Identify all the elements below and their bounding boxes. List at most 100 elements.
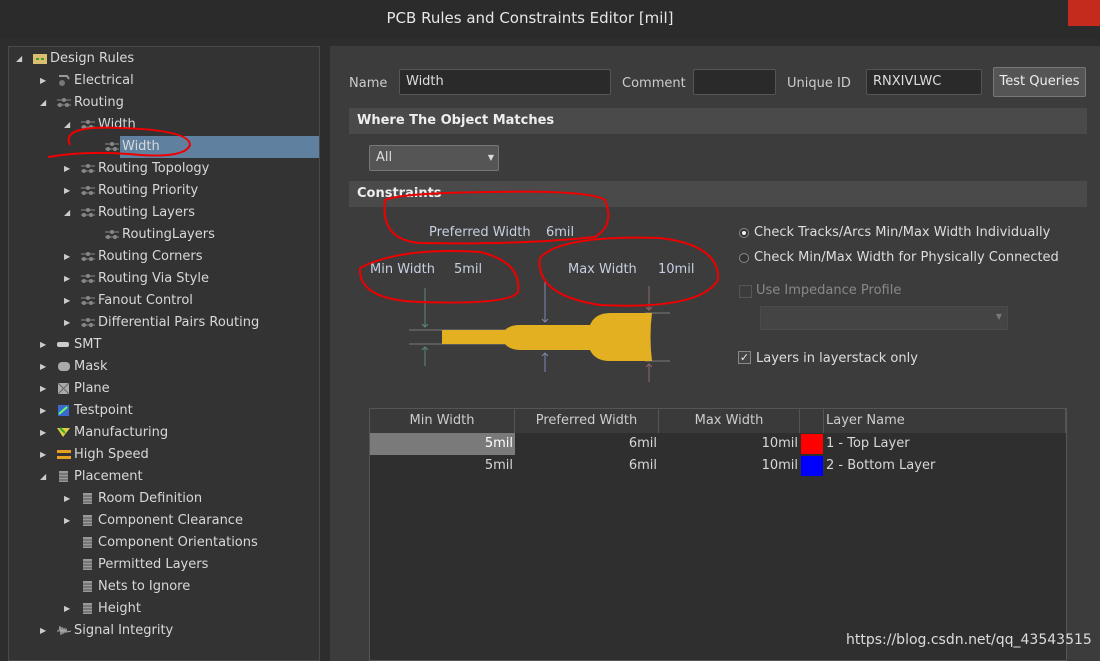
cell-min-width[interactable]: 5mil	[370, 433, 515, 455]
track-width-diagram	[409, 282, 670, 382]
test-queries-button[interactable]: Test Queries	[993, 67, 1086, 97]
header-preferred-width[interactable]: Preferred Width	[515, 409, 659, 433]
tree-item[interactable]: ▶ Routing Topology	[0, 158, 320, 180]
expand-arrow-icon[interactable]: ▶	[40, 334, 46, 356]
cell-min-width[interactable]: 5mil	[370, 455, 515, 477]
placement-icon	[81, 493, 95, 504]
tree-item-label: Nets to Ignore	[98, 579, 191, 594]
impedance-profile-select[interactable]: ▼	[760, 306, 1008, 330]
where-select[interactable]: All ▼	[369, 145, 499, 171]
expand-arrow-icon[interactable]: ▶	[40, 378, 46, 400]
header-max-width[interactable]: Max Width	[659, 409, 800, 433]
expand-arrow-icon[interactable]: ▶	[40, 70, 46, 92]
expand-arrow-icon[interactable]: ▶	[64, 312, 70, 334]
comment-input[interactable]	[693, 69, 776, 95]
expand-arrow-icon[interactable]: ▶	[64, 246, 70, 268]
tree-item[interactable]: Nets to Ignore	[0, 576, 320, 598]
unique-id-label: Unique ID	[787, 76, 851, 91]
expand-arrow-icon[interactable]: ▶	[64, 510, 70, 532]
tree-item[interactable]: ▶ Component Clearance	[0, 510, 320, 532]
tree-item[interactable]: ▶ Routing Via Style	[0, 268, 320, 290]
tree-item[interactable]: ▶ Routing Priority	[0, 180, 320, 202]
cell-max-width[interactable]: 10mil	[659, 433, 800, 455]
tree-item[interactable]: ◢ Routing Layers	[0, 202, 320, 224]
tree-item[interactable]: ◢ Width	[0, 114, 320, 136]
expand-arrow-icon[interactable]: ▶	[40, 356, 46, 378]
window-title: PCB Rules and Constraints Editor [mil]	[386, 9, 674, 27]
min-width-value[interactable]: 5mil	[454, 262, 482, 277]
tree-item[interactable]: ▶ Electrical	[0, 70, 320, 92]
close-button[interactable]	[1068, 0, 1100, 26]
expand-arrow-icon[interactable]: ▶	[64, 268, 70, 290]
constraints-section-header: Constraints	[349, 181, 1087, 207]
tree-item[interactable]: ◢ Design Rules	[0, 48, 320, 70]
cell-max-width[interactable]: 10mil	[659, 455, 800, 477]
tree-item[interactable]: ▶ SMT	[0, 334, 320, 356]
tree-item[interactable]: ▶ Manufacturing	[0, 422, 320, 444]
impedance-checkbox[interactable]	[739, 285, 752, 298]
collapse-arrow-icon[interactable]: ◢	[40, 466, 46, 488]
max-width-value[interactable]: 10mil	[658, 262, 694, 277]
expand-arrow-icon[interactable]: ▶	[64, 180, 70, 202]
collapse-arrow-icon[interactable]: ◢	[16, 48, 22, 70]
tree-item-label: Routing Corners	[98, 249, 203, 264]
tree-item[interactable]: Permitted Layers	[0, 554, 320, 576]
expand-arrow-icon[interactable]: ▶	[40, 444, 46, 466]
tree-item-label: Routing Via Style	[98, 271, 209, 286]
header-layer-name[interactable]: Layer Name	[824, 409, 1066, 433]
check-individually-radio[interactable]	[739, 228, 749, 238]
min-width-label: Min Width	[370, 262, 435, 277]
chevron-down-icon: ▼	[487, 153, 494, 162]
rule-icon	[81, 317, 95, 328]
layerstack-label[interactable]: Layers in layerstack only	[756, 351, 918, 366]
tree-item[interactable]: ▶ Height	[0, 598, 320, 620]
expand-arrow-icon[interactable]: ▶	[40, 400, 46, 422]
name-input[interactable]: Width	[399, 69, 611, 95]
expand-arrow-icon[interactable]: ▶	[64, 488, 70, 510]
collapse-arrow-icon[interactable]: ◢	[64, 114, 70, 136]
preferred-width-value[interactable]: 6mil	[546, 225, 574, 240]
expand-arrow-icon[interactable]: ▶	[64, 158, 70, 180]
manufacturing-icon	[57, 427, 71, 438]
tree-item-label: Routing Priority	[98, 183, 199, 198]
tree-item[interactable]: ▶ High Speed	[0, 444, 320, 466]
collapse-arrow-icon[interactable]: ◢	[40, 92, 46, 114]
tree-item[interactable]: ▶ Plane	[0, 378, 320, 400]
check-connected-radio[interactable]	[739, 253, 749, 263]
header-color[interactable]	[800, 409, 824, 433]
tree-item[interactable]: ▶ Routing Corners	[0, 246, 320, 268]
tree-item[interactable]: Width	[0, 136, 320, 158]
cell-preferred-width[interactable]: 6mil	[515, 455, 659, 477]
tree-item[interactable]: ▶ Room Definition	[0, 488, 320, 510]
cell-preferred-width[interactable]: 6mil	[515, 433, 659, 455]
check-individually-label[interactable]: Check Tracks/Arcs Min/Max Width Individu…	[754, 225, 1050, 240]
tree-item[interactable]: ▶ Signal Integrity	[0, 620, 320, 642]
tree-item[interactable]: ◢ Placement	[0, 466, 320, 488]
collapse-arrow-icon[interactable]: ◢	[64, 202, 70, 224]
expand-arrow-icon[interactable]: ▶	[64, 290, 70, 312]
layerstack-checkbox[interactable]: ✓	[738, 351, 751, 364]
tree-item[interactable]: ▶ Differential Pairs Routing	[0, 312, 320, 334]
electrical-icon	[57, 75, 71, 86]
tree-item-label: Component Orientations	[98, 535, 258, 550]
placement-icon	[81, 581, 95, 592]
tree-item[interactable]: ▶ Mask	[0, 356, 320, 378]
placement-icon	[57, 471, 71, 482]
cell-layer-name: 2 - Bottom Layer	[826, 458, 936, 473]
expand-arrow-icon[interactable]: ▶	[40, 620, 46, 642]
expand-arrow-icon[interactable]: ▶	[40, 422, 46, 444]
expand-arrow-icon[interactable]: ▶	[64, 598, 70, 620]
tree-item[interactable]: ▶ Testpoint	[0, 400, 320, 422]
rule-icon	[81, 185, 95, 196]
header-min-width[interactable]: Min Width	[370, 409, 515, 433]
tree-item[interactable]: Component Orientations	[0, 532, 320, 554]
placement-icon	[81, 603, 95, 614]
tree-item[interactable]: ◢ Routing	[0, 92, 320, 114]
check-connected-label[interactable]: Check Min/Max Width for Physically Conne…	[754, 250, 1059, 265]
tree-item-label: Differential Pairs Routing	[98, 315, 260, 330]
tree-item-label: Design Rules	[50, 51, 135, 66]
unique-id-input[interactable]: RNXIVLWC	[866, 69, 982, 95]
tree-item[interactable]: ▶ Fanout Control	[0, 290, 320, 312]
tree-item-label: Routing	[74, 95, 124, 110]
tree-item[interactable]: RoutingLayers	[0, 224, 320, 246]
